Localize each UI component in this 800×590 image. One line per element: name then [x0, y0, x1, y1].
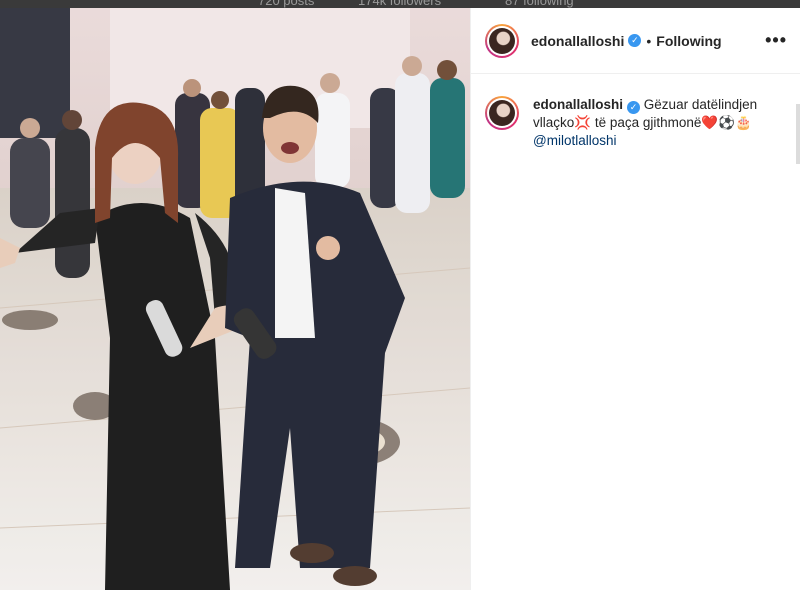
following-button[interactable]: Following — [656, 33, 721, 49]
following-count: 87 following — [505, 0, 574, 8]
post-photo[interactable] — [0, 8, 470, 590]
post-side-panel: edonallalloshi ✓ • Following ••• edonall… — [470, 8, 800, 590]
caption-comment: edonallalloshi ✓ Gëzuar datëlindjen vllaç… — [485, 96, 785, 150]
posts-count: 720 posts — [258, 0, 315, 8]
verified-badge-icon: ✓ — [628, 34, 642, 47]
scrollbar[interactable] — [796, 104, 800, 164]
caption-username[interactable]: edonallalloshi — [533, 97, 623, 112]
caption-verified-badge-icon: ✓ — [627, 101, 641, 114]
caption-author-avatar[interactable] — [485, 96, 519, 130]
separator-dot: • — [646, 32, 652, 49]
author-avatar[interactable] — [485, 23, 519, 58]
more-options-icon[interactable]: ••• — [765, 30, 787, 51]
author-username[interactable]: edonallalloshi — [531, 33, 624, 49]
caption-mention-link[interactable]: @milotlalloshi — [533, 133, 616, 148]
followers-count: 174k followers — [358, 0, 442, 8]
post-header: edonallalloshi ✓ • Following ••• — [471, 8, 800, 74]
post-image — [0, 8, 470, 590]
background-profile-stats: 720 posts 174k followers 87 following — [0, 0, 800, 8]
caption-text-block: edonallalloshi ✓ Gëzuar datëlindjen vllaç… — [533, 96, 783, 150]
